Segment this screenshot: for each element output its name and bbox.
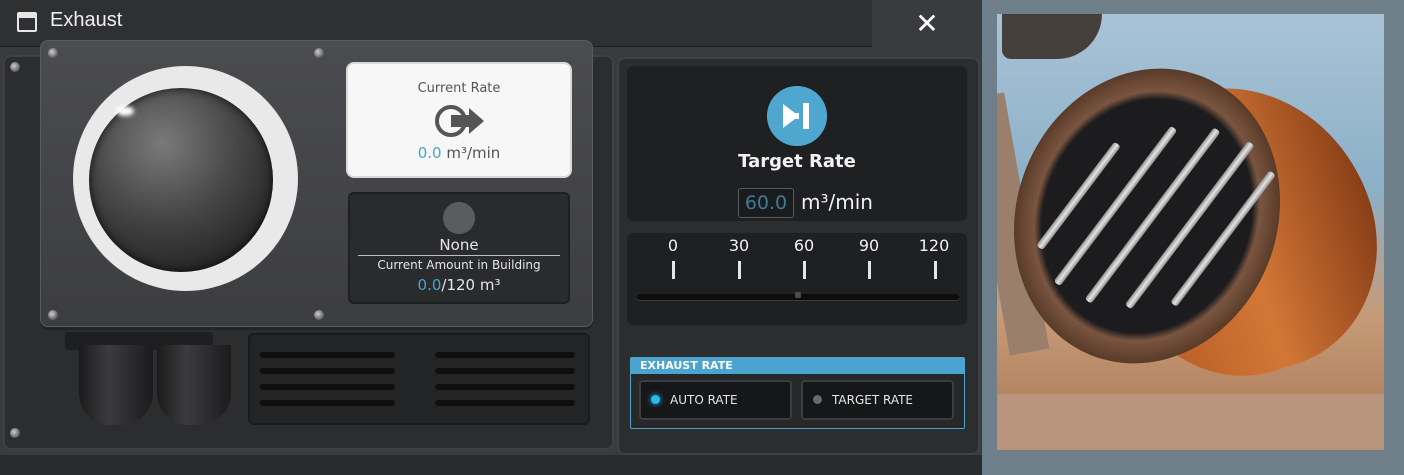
current-rate-card: Current Rate 0.0 m³/min	[348, 64, 570, 176]
inventory-card: None Current Amount in Building 0.0/120 …	[348, 192, 570, 304]
exhaust-window: Exhaust ✕ Current Rate 0.0 m³/min None C…	[0, 0, 982, 475]
target-rate-unit: m³/min	[801, 190, 873, 214]
current-rate-unit: m³/min	[446, 144, 501, 162]
tick-mark	[934, 261, 937, 279]
item-name: None	[439, 236, 479, 254]
status-lens	[89, 88, 273, 272]
tick-mark	[803, 261, 806, 279]
inventory-capacity: /120 m³	[441, 276, 501, 294]
tick-mark	[868, 261, 871, 279]
current-rate-value: 0.0 m³/min	[348, 144, 570, 162]
machine-plate: Current Rate 0.0 m³/min None Current Amo…	[40, 40, 593, 327]
window-title: Exhaust	[50, 9, 123, 31]
screw-icon	[10, 428, 20, 438]
screw-icon	[314, 48, 324, 58]
building-preview-image	[997, 14, 1384, 450]
target-rate-label: TARGET RATE	[832, 393, 914, 407]
exhaust-pipe	[79, 345, 153, 425]
target-rate-card: Target Rate 60.0 m³/min	[627, 66, 967, 221]
auto-rate-button[interactable]: AUTO RATE	[639, 380, 792, 420]
screw-icon	[10, 62, 20, 72]
exhaust-rate-title: EXHAUST RATE	[631, 358, 964, 374]
exhaust-pipe	[157, 345, 231, 425]
tick-mark	[738, 261, 741, 279]
vent-grille	[248, 333, 590, 425]
inventory-label: Current Amount in Building	[377, 258, 541, 272]
window-icon	[17, 12, 37, 32]
tick-label: 60	[793, 236, 815, 255]
close-button[interactable]: ✕	[872, 0, 982, 46]
screw-icon	[48, 48, 58, 58]
item-slot[interactable]	[443, 202, 475, 234]
auto-rate-label: AUTO RATE	[670, 393, 738, 407]
exhaust-rate-group: EXHAUST RATE AUTO RATE TARGET RATE	[630, 357, 965, 429]
current-rate-label: Current Rate	[417, 81, 501, 96]
divider	[358, 255, 560, 256]
target-rate-button[interactable]: TARGET RATE	[801, 380, 954, 420]
current-rate-number: 0.0	[417, 144, 442, 162]
indicator-light-icon	[813, 395, 822, 404]
skip-forward-icon	[767, 86, 827, 146]
inventory-amount-value: 0.0	[417, 276, 442, 294]
window-bottom-edge	[0, 455, 982, 475]
tick-label: 90	[858, 236, 880, 255]
target-rate-input[interactable]: 60.0	[738, 188, 794, 218]
screw-icon	[314, 310, 324, 320]
screw-icon	[48, 310, 58, 320]
inventory-amount: 0.0/120 m³	[348, 276, 570, 294]
ground	[997, 394, 1384, 450]
tick-label: 0	[667, 236, 679, 255]
indicator-light-icon	[651, 395, 660, 404]
rate-slider[interactable]: 0 30 60 90 120	[627, 233, 967, 325]
target-rate-title: Target Rate	[738, 151, 856, 172]
tick-mark	[672, 261, 675, 279]
slider-handle[interactable]	[795, 292, 801, 298]
control-panel: Target Rate 60.0 m³/min 0 30 60 90 120 E…	[617, 57, 980, 455]
rock	[1002, 14, 1102, 59]
flow-rate-icon	[435, 105, 484, 137]
tick-label: 120	[918, 236, 950, 255]
tick-label: 30	[728, 236, 750, 255]
